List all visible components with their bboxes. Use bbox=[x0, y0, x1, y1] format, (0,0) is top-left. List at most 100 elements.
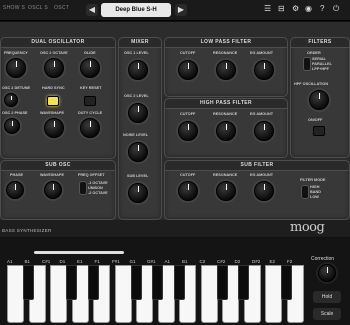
sub-phase-label: PHASE bbox=[10, 173, 24, 177]
hpf-resonance-label: RESONANCE bbox=[213, 112, 238, 116]
osc2-octave-knob[interactable] bbox=[44, 58, 64, 78]
order-switch[interactable] bbox=[303, 57, 311, 71]
note-label: D2 bbox=[234, 259, 241, 264]
glide-label: GLIDE bbox=[84, 51, 96, 55]
keyboard-scroll-thumb[interactable] bbox=[34, 251, 124, 254]
note-label: G#1 bbox=[147, 259, 156, 264]
synth-label: BASS SYNTHESIZER bbox=[2, 228, 52, 233]
hpf-eg-amount-label: EG AMOUNT bbox=[250, 112, 274, 116]
hold-button[interactable]: Hold bbox=[313, 291, 341, 303]
tab-2[interactable]: OSCL S bbox=[28, 5, 48, 11]
tab-1[interactable]: SHOW S bbox=[3, 5, 25, 11]
osc2-level-label: OSC 2 LEVEL bbox=[124, 94, 149, 98]
white-key[interactable] bbox=[114, 265, 132, 323]
key-reset-button[interactable] bbox=[84, 96, 96, 106]
sub-cutoff-label: CUTOFF bbox=[180, 173, 196, 177]
sub-cutoff-knob[interactable] bbox=[178, 181, 198, 201]
sub-waveshape-label: WAVESHAPE bbox=[40, 173, 64, 177]
osc2-detune-label: OSC 2 DETUNE bbox=[2, 86, 31, 90]
hpf-oscillation-knob[interactable] bbox=[309, 90, 329, 110]
hpf-cutoff-knob[interactable] bbox=[178, 121, 198, 141]
hard-sync-button[interactable] bbox=[47, 96, 59, 106]
next-preset-button[interactable]: ▶ bbox=[175, 4, 187, 16]
black-key[interactable] bbox=[87, 265, 99, 300]
midi-icon[interactable]: ⊟ bbox=[278, 4, 285, 13]
note-label: A1 bbox=[164, 259, 171, 264]
record-icon[interactable]: ◉ bbox=[305, 4, 312, 13]
section-title: DUAL OSCILLATOR bbox=[1, 38, 115, 48]
sub-resonance-knob[interactable] bbox=[216, 181, 236, 201]
note-label: D1 bbox=[59, 259, 66, 264]
sub-eg-amount-knob[interactable] bbox=[254, 181, 274, 201]
noise-level-knob[interactable] bbox=[128, 142, 148, 162]
sub-level-label: SUB LEVEL bbox=[127, 174, 149, 178]
freq-offset-opt1: -1 OCTAVE bbox=[88, 181, 108, 185]
gear-icon[interactable]: ⚙ bbox=[292, 4, 299, 13]
filter-mode-switch[interactable] bbox=[301, 185, 309, 199]
prev-preset-button[interactable]: ◀ bbox=[86, 4, 98, 16]
osc2-octave-label: OSC 2 OCTAVE bbox=[40, 51, 68, 55]
note-label: E2 bbox=[269, 259, 276, 264]
freq-offset-label: FREQ OFFSET bbox=[78, 173, 105, 177]
osc2-level-knob[interactable] bbox=[128, 103, 148, 123]
power-icon[interactable]: ⏻ bbox=[333, 4, 339, 14]
note-label: D#2 bbox=[252, 259, 261, 264]
waveshape-label: WAVESHAPE bbox=[40, 111, 64, 115]
on-off-button[interactable] bbox=[313, 126, 325, 136]
correction-label: Correction bbox=[311, 256, 335, 262]
sub-resonance-label: RESONANCE bbox=[213, 173, 238, 177]
note-label: F2 bbox=[287, 259, 293, 264]
note-label: B1 bbox=[182, 259, 188, 264]
duty-cycle-label: DUTY CYCLE bbox=[78, 111, 103, 115]
noise-level-label: NOISE LEVEL bbox=[123, 133, 149, 137]
note-label: A1 bbox=[7, 259, 13, 264]
hpf-resonance-knob[interactable] bbox=[216, 121, 236, 141]
black-key[interactable] bbox=[130, 265, 142, 300]
waveshape-knob[interactable] bbox=[44, 118, 64, 138]
hpf-eg-amount-knob[interactable] bbox=[254, 121, 274, 141]
order-label: ORDER bbox=[307, 51, 321, 55]
section-title: HIGH PASS FILTER bbox=[165, 99, 287, 109]
note-label: G1 bbox=[129, 259, 136, 264]
lpf-resonance-knob[interactable] bbox=[216, 60, 236, 80]
lpf-cutoff-knob[interactable] bbox=[178, 60, 198, 80]
black-key[interactable] bbox=[281, 265, 292, 300]
lpf-resonance-label: RESONANCE bbox=[213, 51, 238, 55]
sub-level-knob[interactable] bbox=[128, 183, 148, 203]
note-label: B1 bbox=[24, 259, 31, 264]
hamburger-icon[interactable]: ☰ bbox=[264, 4, 271, 13]
frequency-knob[interactable] bbox=[6, 58, 26, 78]
correction-knob[interactable] bbox=[318, 264, 336, 282]
white-key[interactable] bbox=[265, 265, 282, 323]
hpf-cutoff-label: CUTOFF bbox=[180, 112, 196, 116]
osc2-detune-knob[interactable] bbox=[4, 93, 18, 107]
freq-offset-switch[interactable] bbox=[79, 181, 87, 195]
black-key[interactable] bbox=[238, 265, 249, 300]
frequency-label: FREQUENCY bbox=[4, 51, 28, 55]
black-key[interactable] bbox=[173, 265, 185, 300]
scale-button[interactable]: Scale bbox=[313, 308, 341, 320]
duty-cycle-knob[interactable] bbox=[80, 118, 100, 138]
help-icon[interactable]: ? bbox=[320, 4, 324, 13]
white-key[interactable] bbox=[200, 265, 218, 323]
parallel-label: PARALLEL bbox=[312, 62, 332, 66]
black-key[interactable] bbox=[152, 265, 163, 300]
section-title: LOW PASS FILTER bbox=[165, 38, 287, 48]
osc1-level-label: OSC 1 LEVEL bbox=[124, 51, 149, 55]
black-key[interactable] bbox=[216, 265, 228, 300]
sub-waveshape-knob[interactable] bbox=[44, 181, 62, 199]
black-key[interactable] bbox=[23, 265, 34, 300]
preset-name[interactable]: Deep Blue S-H bbox=[101, 3, 171, 17]
osc2-phase-knob[interactable] bbox=[4, 118, 20, 134]
lpf-eg-amount-knob[interactable] bbox=[254, 60, 274, 80]
glide-knob[interactable] bbox=[80, 58, 100, 78]
white-key[interactable] bbox=[7, 265, 24, 323]
sub-eg-amount-label: EG AMOUNT bbox=[250, 173, 274, 177]
white-key[interactable] bbox=[50, 265, 67, 323]
sub-phase-knob[interactable] bbox=[6, 181, 24, 199]
osc1-level-knob[interactable] bbox=[128, 60, 148, 80]
low-label: LOW bbox=[310, 195, 319, 199]
note-label: C#1 bbox=[42, 259, 51, 264]
black-key[interactable] bbox=[66, 265, 77, 300]
tab-3[interactable]: OSCT bbox=[54, 5, 69, 11]
